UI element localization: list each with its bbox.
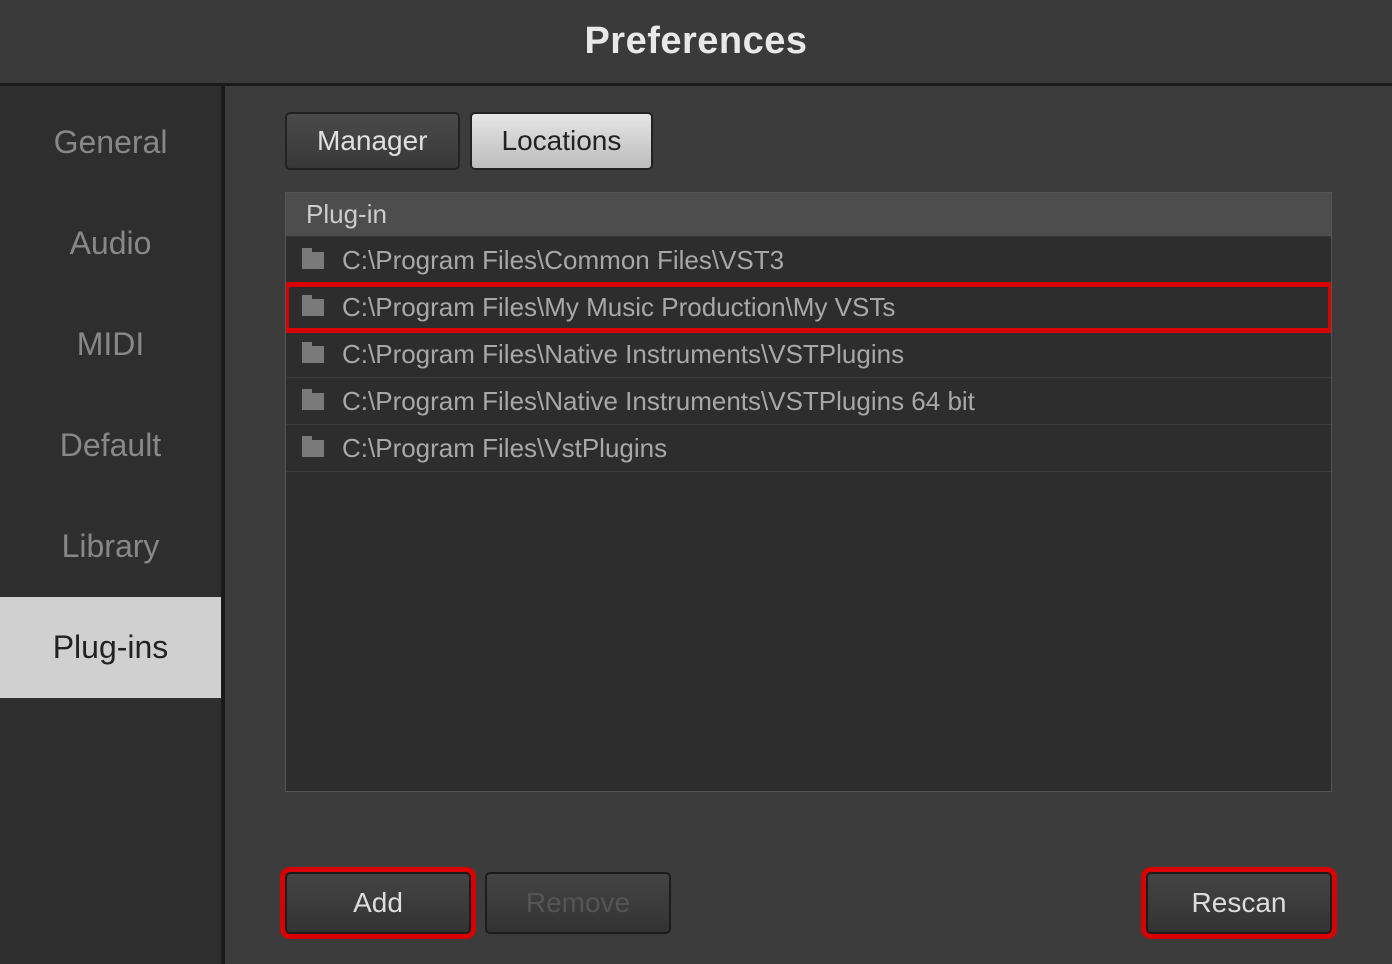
add-button[interactable]: Add [285, 872, 471, 934]
folder-icon [302, 252, 324, 269]
folder-icon [302, 440, 324, 457]
preferences-content: Manager Locations Plug-in C:\Program Fil… [225, 86, 1392, 964]
list-column-header[interactable]: Plug-in [286, 193, 1331, 237]
button-label: Remove [526, 887, 630, 919]
remove-button: Remove [485, 872, 671, 934]
sidebar-item-label: Audio [70, 225, 152, 262]
sidebar-item-default[interactable]: Default [0, 395, 221, 496]
list-item[interactable]: C:\Program Files\Common Files\VST3 [286, 237, 1331, 284]
preferences-sidebar: General Audio MIDI Default Library Plug-… [0, 86, 225, 964]
rescan-button[interactable]: Rescan [1146, 872, 1332, 934]
sidebar-item-label: Library [62, 528, 160, 565]
sidebar-item-label: Plug-ins [53, 629, 169, 666]
sidebar-item-label: MIDI [77, 326, 145, 363]
plugins-tabs: Manager Locations [285, 112, 1332, 170]
sidebar-item-library[interactable]: Library [0, 496, 221, 597]
sidebar-item-general[interactable]: General [0, 92, 221, 193]
window-title: Preferences [584, 20, 807, 63]
list-item[interactable]: C:\Program Files\My Music Production\My … [286, 284, 1331, 331]
folder-icon [302, 299, 324, 316]
folder-icon [302, 346, 324, 363]
button-label: Rescan [1192, 887, 1287, 919]
footer-spacer [685, 872, 1132, 934]
sidebar-item-audio[interactable]: Audio [0, 193, 221, 294]
tab-manager[interactable]: Manager [285, 112, 460, 170]
sidebar-item-label: General [54, 124, 168, 161]
button-label: Add [353, 887, 403, 919]
main-area: General Audio MIDI Default Library Plug-… [0, 86, 1392, 964]
plugin-path: C:\Program Files\My Music Production\My … [342, 292, 895, 323]
window-titlebar: Preferences [0, 0, 1392, 86]
list-body: C:\Program Files\Common Files\VST3 C:\Pr… [286, 237, 1331, 791]
footer-buttons: Add Remove Rescan [285, 792, 1332, 934]
plugin-path: C:\Program Files\Native Instruments\VSTP… [342, 339, 904, 370]
tab-label: Locations [502, 125, 622, 157]
plugin-path: C:\Program Files\Native Instruments\VSTP… [342, 386, 975, 417]
list-item[interactable]: C:\Program Files\Native Instruments\VSTP… [286, 331, 1331, 378]
sidebar-item-midi[interactable]: MIDI [0, 294, 221, 395]
list-item[interactable]: C:\Program Files\Native Instruments\VSTP… [286, 378, 1331, 425]
plugin-path: C:\Program Files\Common Files\VST3 [342, 245, 784, 276]
list-item[interactable]: C:\Program Files\VstPlugins [286, 425, 1331, 472]
folder-icon [302, 393, 324, 410]
tab-locations[interactable]: Locations [470, 112, 654, 170]
column-header-label: Plug-in [306, 199, 387, 230]
plugin-locations-list: Plug-in C:\Program Files\Common Files\VS… [285, 192, 1332, 792]
plugin-path: C:\Program Files\VstPlugins [342, 433, 667, 464]
sidebar-item-plugins[interactable]: Plug-ins [0, 597, 221, 698]
sidebar-item-label: Default [60, 427, 161, 464]
tab-label: Manager [317, 125, 428, 157]
